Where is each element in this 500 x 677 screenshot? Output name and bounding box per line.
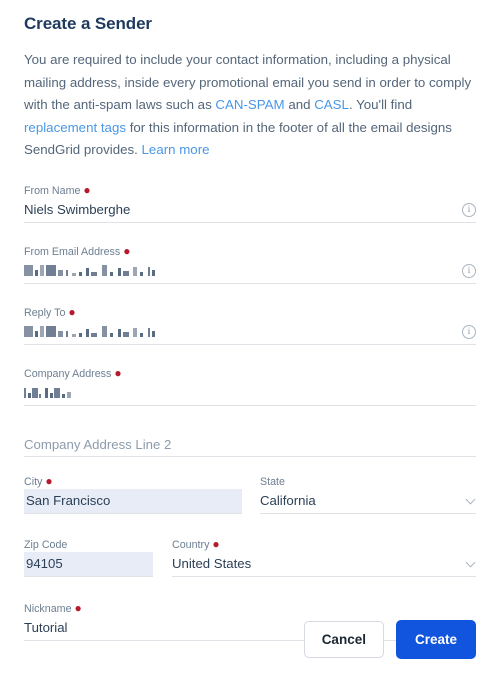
from-email-input-wrap[interactable]: i <box>24 259 476 284</box>
link-learn-more[interactable]: Learn more <box>142 142 210 157</box>
intro-text-part-3: . You'll find <box>348 97 413 112</box>
info-circle-icon[interactable]: i <box>462 263 476 278</box>
field-zip-code: Zip Code <box>24 538 153 577</box>
info-circle-icon[interactable]: i <box>462 324 476 339</box>
label-nickname: Nickname ● <box>24 600 82 615</box>
label-from-email: From Email Address ● <box>24 243 131 258</box>
label-company-address: Company Address ● <box>24 365 122 380</box>
intro-text-part-2: and <box>284 97 315 112</box>
label-state: State <box>260 475 285 488</box>
create-button[interactable]: Create <box>395 619 476 659</box>
from-email-redacted-value[interactable] <box>24 265 476 276</box>
sender-form: From Name ● i From Email Address ● i Rep… <box>24 184 476 641</box>
link-replacement-tags[interactable]: replacement tags <box>24 120 126 135</box>
cancel-button[interactable]: Cancel <box>303 620 384 658</box>
info-circle-icon[interactable]: i <box>462 202 476 217</box>
page-title: Create a Sender <box>24 14 152 33</box>
field-city: City ● <box>24 475 242 514</box>
required-marker: ● <box>212 536 220 551</box>
company-address-input-wrap[interactable] <box>24 381 476 406</box>
city-input-wrap[interactable] <box>24 488 242 514</box>
field-state: State <box>260 475 476 514</box>
company-address-2-input[interactable] <box>24 431 476 457</box>
field-from-name: From Name ● i <box>24 184 476 223</box>
reply-to-redacted-value[interactable] <box>24 326 476 337</box>
field-company-address: Company Address ● <box>24 367 476 406</box>
field-company-address-line-2 <box>24 431 476 457</box>
state-select-wrap[interactable] <box>260 488 476 514</box>
company-address-2-input-wrap[interactable] <box>24 431 476 457</box>
label-reply-to: Reply To ● <box>24 304 76 319</box>
company-address-redacted-value[interactable] <box>24 387 476 398</box>
intro-paragraph: You are required to include your contact… <box>24 49 476 162</box>
required-marker: ● <box>123 243 131 258</box>
reply-to-input-wrap[interactable]: i <box>24 320 476 345</box>
required-marker: ● <box>114 365 122 380</box>
field-from-email: From Email Address ● i <box>24 245 476 284</box>
row-zip-country: Zip Code Country ● <box>24 538 476 577</box>
form-actions: Cancel Create <box>303 619 476 659</box>
label-country: Country ● <box>172 536 220 551</box>
row-city-state: City ● State <box>24 475 476 514</box>
state-select[interactable] <box>260 488 476 513</box>
link-casl[interactable]: CASL <box>314 97 349 112</box>
required-marker: ● <box>83 182 91 197</box>
zip-code-input[interactable] <box>24 551 153 576</box>
country-select[interactable] <box>172 551 476 576</box>
label-zip-code: Zip Code <box>24 538 68 551</box>
country-select-wrap[interactable] <box>172 551 476 577</box>
city-input[interactable] <box>24 488 242 513</box>
required-marker: ● <box>45 473 53 488</box>
from-name-input[interactable] <box>24 197 476 222</box>
create-sender-panel: Create a Sender You are required to incl… <box>0 0 500 677</box>
field-reply-to: Reply To ● i <box>24 306 476 345</box>
label-from-name: From Name ● <box>24 182 91 197</box>
from-name-input-wrap[interactable]: i <box>24 197 476 223</box>
field-country: Country ● <box>172 538 476 577</box>
link-can-spam[interactable]: CAN-SPAM <box>215 97 284 112</box>
required-marker: ● <box>74 600 82 615</box>
required-marker: ● <box>68 304 76 319</box>
zip-code-input-wrap[interactable] <box>24 551 153 577</box>
label-city: City ● <box>24 473 53 488</box>
